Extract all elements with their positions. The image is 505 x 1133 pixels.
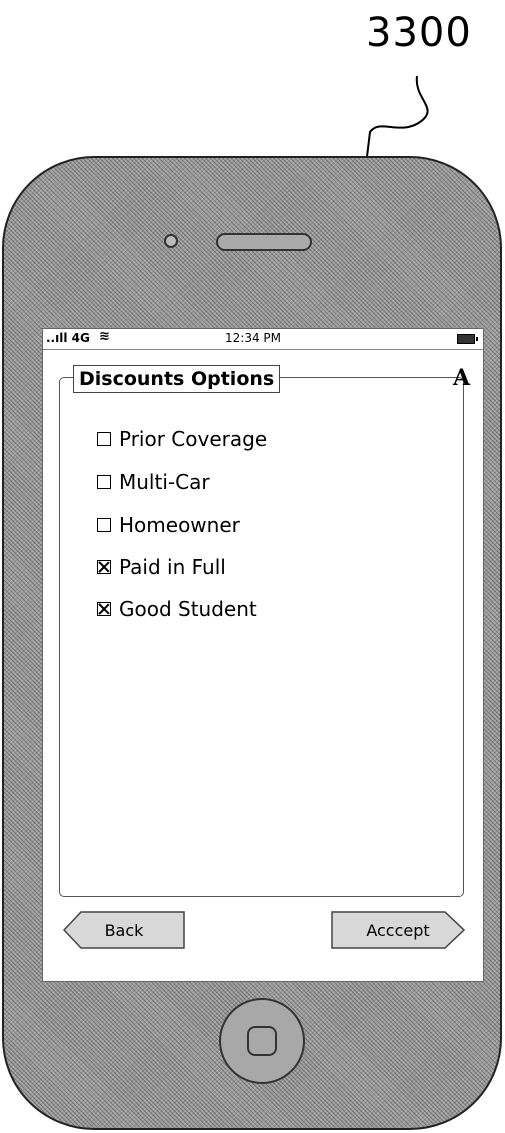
home-button[interactable] — [219, 998, 305, 1084]
accept-button-label: Acccept — [366, 920, 430, 940]
battery-icon — [457, 334, 478, 344]
option-prior-coverage[interactable]: Prior Coverage — [97, 427, 267, 451]
accept-button[interactable]: Acccept — [331, 911, 465, 949]
checkbox-homeowner[interactable] — [97, 518, 111, 532]
camera-icon — [164, 234, 178, 248]
wifi-icon: ≋ — [99, 329, 110, 344]
option-label: Multi-Car — [119, 470, 210, 494]
status-time: 12:34 PM — [225, 331, 281, 345]
phone-screen: ..ıll 4G ≋ 12:34 PM Discounts Options A … — [42, 328, 484, 982]
option-label: Paid in Full — [119, 555, 226, 579]
checkbox-multi-car[interactable] — [97, 475, 111, 489]
signal-strength: ..ıll 4G — [46, 331, 90, 345]
panel-title: Discounts Options — [73, 365, 281, 393]
option-label: Good Student — [119, 597, 257, 621]
back-button[interactable]: Back — [63, 911, 185, 949]
discounts-panel — [59, 377, 464, 897]
checkbox-prior-coverage[interactable] — [97, 432, 111, 446]
figure-reference-number: 3300 — [366, 10, 472, 56]
option-paid-in-full[interactable]: Paid in Full — [97, 555, 226, 579]
option-multi-car[interactable]: Multi-Car — [97, 470, 210, 494]
status-bar: ..ıll 4G ≋ 12:34 PM — [43, 329, 483, 350]
home-square-icon — [247, 1026, 277, 1056]
back-button-label: Back — [104, 920, 144, 940]
panel-corner-label: A — [453, 365, 471, 391]
speaker-grille — [216, 233, 312, 251]
option-label: Prior Coverage — [119, 427, 268, 451]
checkbox-good-student[interactable] — [97, 602, 111, 616]
option-homeowner[interactable]: Homeowner — [97, 513, 240, 537]
option-good-student[interactable]: Good Student — [97, 597, 257, 621]
checkbox-paid-in-full[interactable] — [97, 560, 111, 574]
option-label: Homeowner — [119, 513, 240, 537]
